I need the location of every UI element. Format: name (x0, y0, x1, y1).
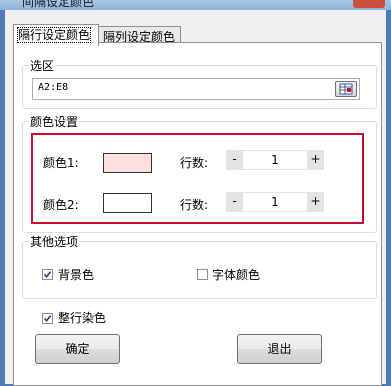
color2-label: 颜色2: (43, 198, 79, 212)
color1-decrement-button[interactable]: - (226, 150, 243, 170)
selection-group-label: 选区 (29, 57, 56, 74)
color-settings-group-label: 颜色设置 (29, 113, 80, 130)
color1-swatch[interactable] (103, 153, 152, 173)
font-color-label[interactable]: 字体颜色 (212, 266, 260, 283)
font-color-checkbox[interactable] (197, 269, 208, 280)
whole-row-label[interactable]: 整行染色 (58, 309, 106, 326)
selection-group: 选区 A2:E8 (22, 57, 377, 109)
range-picker-icon (339, 83, 353, 95)
range-input[interactable]: A2:E8 (32, 78, 360, 100)
window-title: 间隔设定颜色 (22, 0, 95, 9)
color2-swatch[interactable] (103, 193, 152, 213)
checkmark-icon (43, 315, 52, 323)
color2-decrement-button[interactable]: - (226, 192, 243, 212)
color1-count-label: 行数: (180, 156, 209, 170)
checkmark-icon (43, 271, 52, 279)
color1-label: 颜色1: (43, 156, 79, 170)
color1-increment-button[interactable]: + (307, 150, 324, 170)
background-color-label[interactable]: 背景色 (58, 266, 94, 283)
color2-row-stepper[interactable]: - 1 + (226, 192, 324, 212)
close-icon[interactable] (353, 0, 385, 8)
range-value: A2:E8 (38, 82, 69, 93)
color2-increment-button[interactable]: + (307, 192, 324, 212)
title-bar[interactable]: 间隔设定颜色 (0, 0, 391, 10)
whole-row-checkbox[interactable] (42, 313, 53, 324)
tab-alternate-rows-label: 隔行设定颜色 (16, 27, 92, 43)
exit-button[interactable]: 退出 (237, 334, 322, 364)
dialog-window: 隔行设定颜色 隔列设定颜色 选区 A2:E8 颜色设置 颜色1: 行数: - 1… (5, 10, 386, 386)
color2-row-count[interactable]: 1 (243, 193, 307, 211)
range-picker-button[interactable] (335, 81, 357, 97)
tab-panel: 选区 A2:E8 颜色设置 颜色1: 行数: - 1 + 颜色2: 行数: - … (13, 42, 382, 386)
tab-alternate-rows[interactable]: 隔行设定颜色 (13, 24, 99, 46)
background-color-checkbox[interactable] (42, 269, 53, 280)
ok-button[interactable]: 确定 (35, 334, 120, 364)
color1-row-count[interactable]: 1 (243, 151, 307, 169)
color1-row-stepper[interactable]: - 1 + (226, 150, 324, 170)
other-options-group-label: 其他选项 (29, 233, 80, 250)
color2-count-label: 行数: (180, 198, 209, 212)
